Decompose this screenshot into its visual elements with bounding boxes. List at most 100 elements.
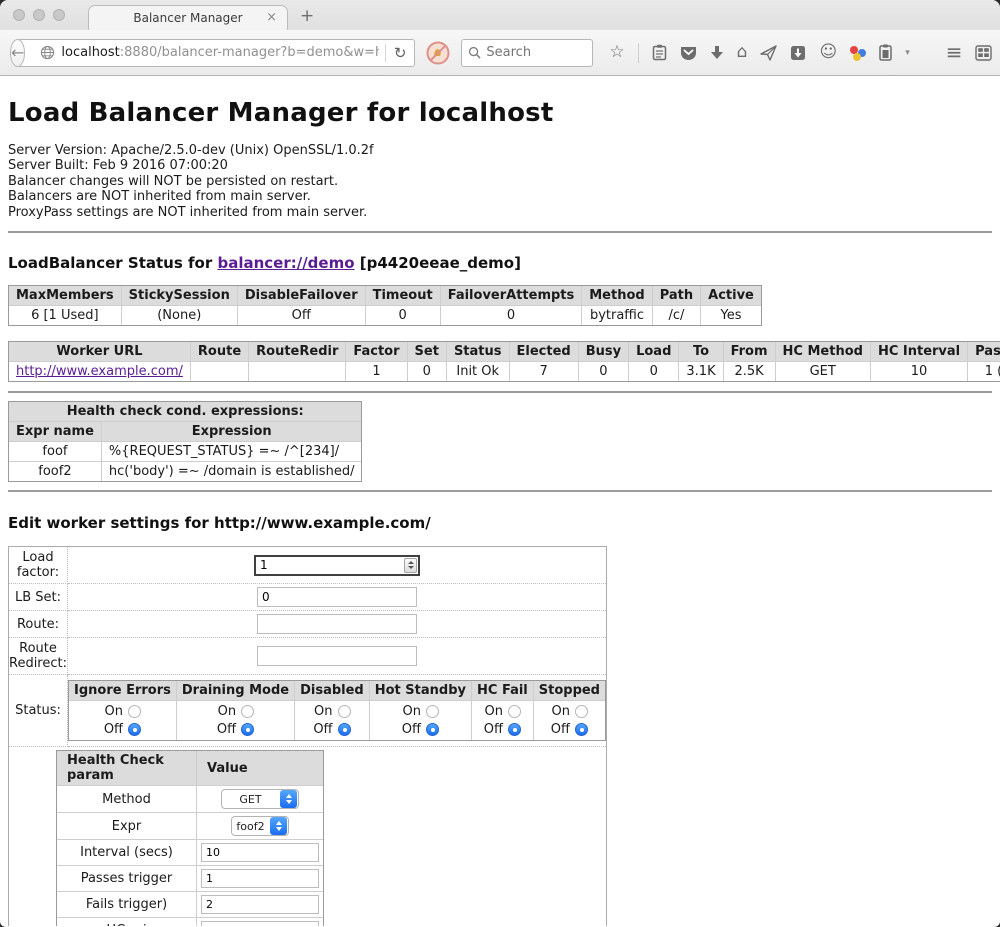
header-cell: Worker URL <box>9 342 191 362</box>
bookmark-star-icon[interactable]: ☆ <box>609 44 624 61</box>
header-cell: Expr name <box>9 422 102 442</box>
clipboard-icon[interactable] <box>652 44 667 61</box>
header-cell: Expression <box>102 422 362 442</box>
interval-input[interactable] <box>201 843 319 862</box>
cell: 1 <box>346 362 407 381</box>
expression-cell: hc('body') =~ /domain is established/ <box>102 462 362 481</box>
disabled-off-radio[interactable] <box>338 723 351 736</box>
health-check-param-table: Health Check param Value Method GET Expr <box>56 750 324 926</box>
hc-uri-input[interactable] <box>201 921 319 926</box>
route-redirect-input[interactable] <box>257 646 417 666</box>
home-icon[interactable]: ⌂ <box>737 44 748 61</box>
globe-icon <box>40 45 55 60</box>
server-version-line: Server Version: Apache/2.5.0-dev (Unix) … <box>8 143 992 158</box>
cell: 0 <box>366 306 441 325</box>
header-cell: DisableFailover <box>238 286 366 306</box>
worker-url-link[interactable]: http://www.example.com/ <box>16 364 183 379</box>
cell: 10 <box>871 362 968 381</box>
stopped-off-radio[interactable] <box>575 723 588 736</box>
clipboard-menu-icon[interactable] <box>879 44 892 61</box>
header-cell: HC Fail <box>472 681 534 701</box>
draining-mode-on-radio[interactable] <box>241 705 254 718</box>
route-row: Route: <box>9 611 606 638</box>
addon-colored-dots-icon[interactable] <box>850 45 866 61</box>
method-label: Method <box>57 786 197 813</box>
cell <box>191 362 249 381</box>
feedback-smiley-icon[interactable]: ☺ <box>819 44 837 61</box>
status-row: Status: Ignore Errors Draining Mode Disa… <box>9 675 606 747</box>
menu-icon[interactable]: ≡ <box>946 44 963 61</box>
expr-name-cell: foof2 <box>9 462 102 481</box>
worker-table: Worker URL Route RouteRedir Factor Set S… <box>8 341 1000 382</box>
window-close-button[interactable] <box>13 9 25 21</box>
cell: /c/ <box>653 306 701 325</box>
pocket-icon[interactable] <box>680 45 697 61</box>
edit-worker-heading: Edit worker settings for http://www.exam… <box>8 514 992 532</box>
send-tab-icon[interactable] <box>760 45 777 61</box>
download-panel-icon[interactable] <box>790 45 806 61</box>
tab-close-icon[interactable]: × <box>266 10 277 25</box>
cell: 0 <box>408 362 447 381</box>
downloads-icon[interactable] <box>710 45 724 61</box>
interval-label: Interval (secs) <box>57 840 197 866</box>
header-cell: Hot Standby <box>370 681 472 701</box>
cell: Off <box>238 306 366 325</box>
search-input[interactable] <box>486 45 586 60</box>
window-minimize-button[interactable] <box>33 9 45 21</box>
tab-balancer-manager[interactable]: Balancer Manager × <box>88 5 288 30</box>
load-factor-input[interactable] <box>254 555 420 576</box>
stopped-on-radio[interactable] <box>575 705 588 718</box>
draining-mode-off-radio[interactable] <box>241 723 254 736</box>
cell: 2.5K <box>724 362 776 381</box>
status-table: Ignore Errors Draining Mode Disabled Hot… <box>68 680 606 741</box>
inherit-note-line: Balancers are NOT inherited from main se… <box>8 189 992 204</box>
passes-input[interactable] <box>201 869 319 888</box>
method-select[interactable]: GET <box>221 789 299 809</box>
back-button[interactable]: ← <box>10 39 25 67</box>
cell: 7 <box>510 362 579 381</box>
table-row: 6 [1 Used] (None) Off 0 0 bytraffic /c/ … <box>9 306 761 325</box>
hot-standby-on-radio[interactable] <box>426 705 439 718</box>
cell: bytraffic <box>582 306 652 325</box>
passes-row: Passes trigger <box>57 866 323 892</box>
interval-row: Interval (secs) <box>57 840 323 866</box>
tiles-icon[interactable] <box>975 45 992 61</box>
new-tab-button[interactable]: + <box>300 8 314 25</box>
passes-label: Passes trigger <box>57 866 197 892</box>
load-factor-input-wrap <box>254 555 420 576</box>
hot-standby-off-radio[interactable] <box>426 723 439 736</box>
dropdown-caret-icon[interactable]: ▾ <box>905 48 910 58</box>
ignore-errors-off-radio[interactable] <box>128 723 141 736</box>
header-cell: Path <box>653 286 701 306</box>
content-blocked-icon[interactable] <box>426 41 450 65</box>
header-cell: Value <box>197 751 323 786</box>
lb-set-input[interactable] <box>257 587 417 607</box>
number-stepper-icon[interactable] <box>404 558 417 573</box>
table-row: foof2 hc('body') =~ /domain is establish… <box>9 462 361 481</box>
worker-settings-form: Load factor: LB Set: Route: Route Redire… <box>8 546 607 926</box>
header-cell: Stopped <box>534 681 605 701</box>
cell: GET <box>776 362 871 381</box>
ignore-errors-on-radio[interactable] <box>128 705 141 718</box>
hc-fail-off-radio[interactable] <box>508 723 521 736</box>
fails-input[interactable] <box>201 895 319 914</box>
select-stepper-icon <box>280 790 297 808</box>
window-zoom-button[interactable] <box>53 9 65 21</box>
reload-button[interactable]: ↻ <box>392 44 415 62</box>
header-cell: Draining Mode <box>177 681 295 701</box>
search-bar[interactable] <box>461 39 593 67</box>
disabled-on-radio[interactable] <box>338 705 351 718</box>
expr-name-cell: foof <box>9 442 102 462</box>
hc-expressions-table: Health check cond. expressions: Expr nam… <box>8 401 362 482</box>
lb-set-label: LB Set: <box>9 584 68 611</box>
url-bar[interactable]: localhost:8880/balancer-manager?b=demo&w… <box>17 39 415 67</box>
fails-label: Fails trigger) <box>57 892 197 918</box>
hc-fail-on-radio[interactable] <box>508 705 521 718</box>
header-cell: Route <box>191 342 249 362</box>
balancer-link[interactable]: balancer://demo <box>217 254 354 272</box>
route-input[interactable] <box>257 614 417 634</box>
header-cell: HC Interval <box>871 342 968 362</box>
proxypass-note-line: ProxyPass settings are NOT inherited fro… <box>8 205 992 220</box>
header-cell: Health Check param <box>57 751 197 786</box>
expr-select[interactable]: foof2 <box>231 816 289 836</box>
